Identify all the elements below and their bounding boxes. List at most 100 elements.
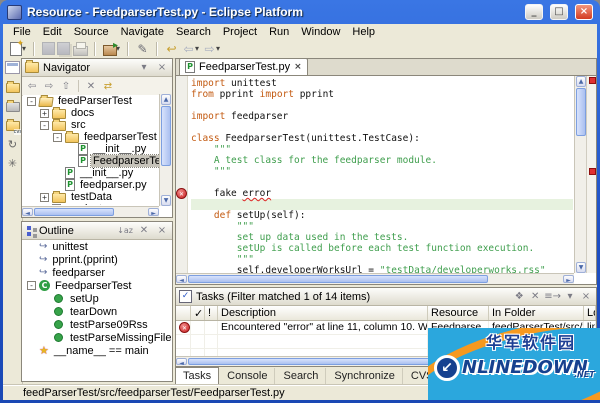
up-icon[interactable]: ⇧ [59, 79, 73, 93]
error-marker-icon[interactable] [176, 188, 187, 199]
collapse-all-icon[interactable]: ✕ [84, 79, 98, 93]
tasks-column-description[interactable]: Description [218, 306, 428, 320]
tasks-column-lo[interactable]: Lo [584, 306, 596, 320]
code-line-10[interactable] [191, 177, 573, 188]
tree-item-feedparsertest[interactable]: -feedParserTest [23, 95, 159, 107]
navigator-close-icon[interactable]: × [155, 61, 169, 75]
navigator-header[interactable]: Navigator ▾ × [22, 59, 172, 77]
code-line-1[interactable]: import unittest [191, 78, 573, 89]
tree-item-src[interactable]: -src [23, 119, 159, 131]
twisty-plus-icon[interactable]: + [40, 193, 49, 202]
tasks-column-resource[interactable]: Resource [428, 306, 489, 320]
tree-item-feedparser-py[interactable]: feedparser.py [23, 179, 159, 191]
navigator-hscrollbar[interactable]: ◄ ► [22, 206, 159, 217]
cvs-shortcut-icon[interactable] [4, 117, 21, 134]
scroll-right-icon[interactable]: ► [148, 208, 159, 216]
menu-edit[interactable]: Edit [37, 25, 68, 39]
navigator-shortcut-icon[interactable] [4, 79, 21, 96]
menu-file[interactable]: File [7, 25, 37, 39]
tree-item-init-py[interactable]: __init__.py [23, 167, 159, 179]
tab-search[interactable]: Search [276, 368, 326, 384]
code-line-6[interactable]: class FeedparserTest(unittest.TestCase): [191, 133, 573, 144]
outline-header[interactable]: Outline ↓az ✕ × [22, 222, 172, 240]
tree-item-testparse09rss[interactable]: testParse09Rss [23, 318, 171, 331]
forward-icon[interactable]: ⇨ [201, 41, 218, 56]
scroll-up-icon[interactable]: ▲ [161, 94, 171, 105]
delete-completed-icon[interactable]: ✕ [528, 290, 542, 304]
run-external-tools-icon[interactable] [101, 41, 118, 56]
new-wizard-icon[interactable] [7, 41, 24, 56]
tree-item-feedparsertest[interactable]: -FeedparserTest [23, 279, 171, 292]
pencil-icon[interactable]: ✎ [134, 41, 151, 56]
collapse-all-icon[interactable]: ✕ [137, 224, 151, 238]
tab-console[interactable]: Console [220, 368, 275, 384]
navigator-vscrollbar[interactable]: ▲ ▼ [159, 94, 172, 206]
menu-run[interactable]: Run [263, 25, 295, 39]
tree-item-teardown[interactable]: tearDown [23, 305, 171, 318]
code-line-11[interactable]: fake error [191, 188, 573, 199]
scroll-down-icon[interactable]: ▼ [576, 262, 586, 273]
scroll-thumb[interactable] [34, 208, 114, 216]
tree-item-init-py[interactable]: __init__.py [23, 143, 159, 155]
tree-item-docs[interactable]: +docs [23, 107, 159, 119]
tab-synchronize[interactable]: Synchronize [327, 368, 403, 384]
scroll-down-icon[interactable]: ▼ [161, 195, 171, 206]
code-line-2[interactable]: from pprint import pprint [191, 89, 573, 100]
new-task-icon[interactable]: ❖ [512, 290, 526, 304]
code-line-17[interactable]: """ [191, 254, 573, 265]
scroll-thumb[interactable] [188, 358, 458, 365]
error-overview-mark[interactable] [589, 77, 596, 84]
code-line-5[interactable] [191, 122, 573, 133]
navigator-menu-caret-icon[interactable]: ▾ [137, 61, 151, 75]
code-line-18[interactable]: self.developerWorksUrl = "testData/devel… [191, 265, 573, 273]
editor-tab-feedparsertest[interactable]: FeedparserTest.py × [179, 58, 308, 75]
tree-item-project[interactable]: .project [23, 203, 159, 205]
overview-ruler[interactable] [586, 76, 596, 273]
code-line-15[interactable]: set up data used in the tests. [191, 232, 573, 243]
twisty-minus-icon[interactable]: - [53, 133, 62, 142]
twisty-minus-icon[interactable]: - [27, 281, 36, 290]
resource-perspective-icon[interactable] [5, 61, 20, 74]
code-line-4[interactable]: import feedparser [191, 111, 573, 122]
scroll-thumb[interactable] [188, 275, 488, 283]
maximize-button[interactable]: □ [550, 4, 568, 20]
scroll-thumb[interactable] [576, 88, 586, 136]
view-menu-caret-icon[interactable]: ▾ [563, 290, 577, 304]
code-line-9[interactable]: """ [191, 166, 573, 177]
editor-hscrollbar[interactable]: ◄ ► [176, 273, 574, 284]
tree-item-unittest[interactable]: ↪unittest [23, 240, 171, 253]
scroll-right-icon[interactable]: ► [563, 275, 574, 283]
twisty-plus-icon[interactable]: + [40, 109, 49, 118]
code-line-7[interactable]: """ [191, 144, 573, 155]
filter-icon[interactable]: ≡→ [544, 290, 561, 304]
close-icon[interactable]: × [579, 290, 593, 304]
link-editor-icon[interactable]: ⇄ [101, 79, 115, 93]
tab-tasks[interactable]: Tasks [175, 367, 219, 384]
code-line-13[interactable]: def setUp(self): [191, 210, 573, 221]
scroll-left-icon[interactable]: ◄ [176, 358, 187, 365]
tree-item-feedparsertest-py[interactable]: FeedparserTest.py [23, 155, 159, 167]
menu-window[interactable]: Window [295, 25, 346, 39]
scroll-thumb[interactable] [161, 106, 171, 166]
code-area[interactable]: import unittestfrom pprint import pprint… [188, 76, 573, 273]
tasks-column-item[interactable]: ✓ [191, 306, 205, 320]
menu-search[interactable]: Search [170, 25, 217, 39]
tasks-column-icon[interactable] [176, 306, 191, 320]
minimize-button[interactable]: _ [525, 4, 543, 20]
scroll-up-icon[interactable]: ▲ [576, 76, 586, 87]
menu-help[interactable]: Help [346, 25, 381, 39]
menu-project[interactable]: Project [217, 25, 263, 39]
title-bar[interactable]: Resource - FeedparserTest.py - Eclipse P… [3, 0, 597, 24]
tree-item-pprint-pprint[interactable]: ↪pprint.(pprint) [23, 253, 171, 266]
tree-item-name-main[interactable]: ★__name__ == main [23, 344, 171, 357]
code-line-3[interactable] [191, 100, 573, 111]
tasks-column-item[interactable]: ! [205, 306, 218, 320]
outline-close-icon[interactable]: × [155, 224, 169, 238]
code-line-16[interactable]: setUp is called before each test functio… [191, 243, 573, 254]
tree-item-testparsemissingfile[interactable]: testParseMissingFile [23, 331, 171, 344]
save-all-icon[interactable] [55, 41, 72, 56]
menu-source[interactable]: Source [68, 25, 115, 39]
synchronize-shortcut-icon[interactable]: ↻ [4, 136, 21, 153]
scroll-left-icon[interactable]: ◄ [176, 275, 187, 283]
back-icon[interactable]: ⇦ [25, 79, 39, 93]
